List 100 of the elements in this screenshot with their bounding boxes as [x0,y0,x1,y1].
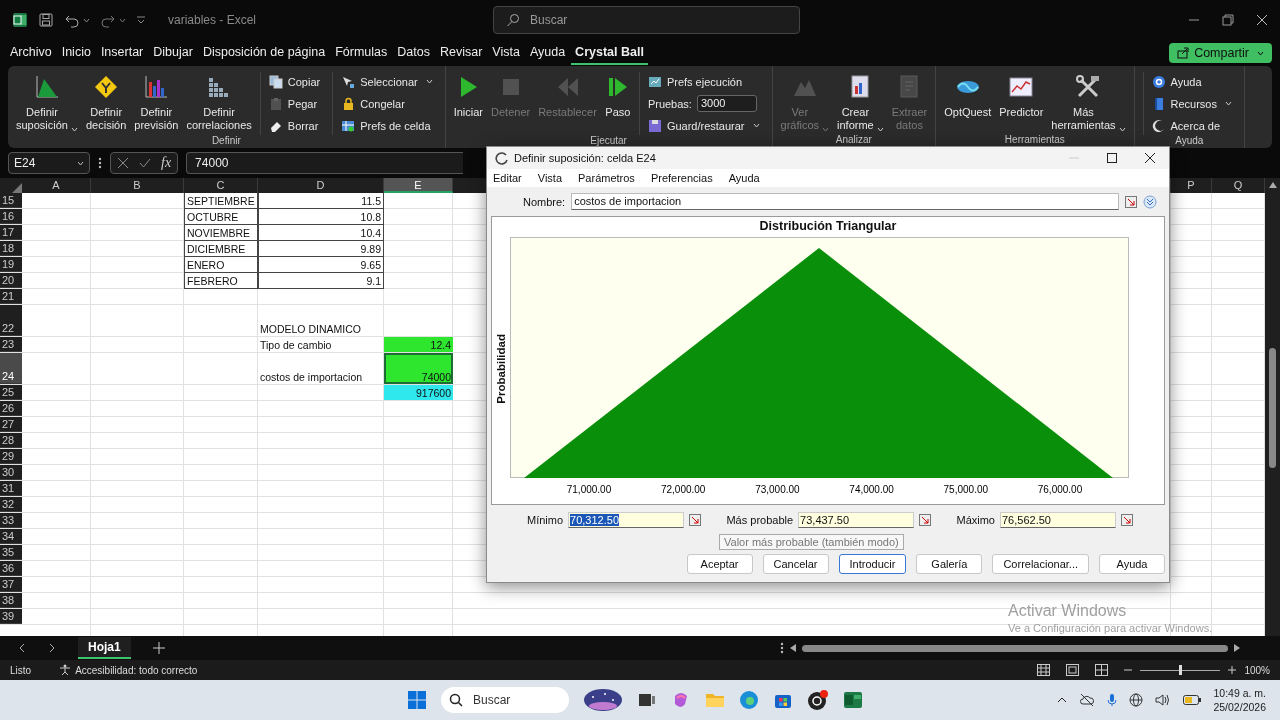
ribbon-button[interactable]: Congelar [341,94,433,113]
zoom-level[interactable]: 100% [1244,664,1270,676]
ribbon-button[interactable]: Seleccionar [341,72,433,91]
ribbon-button[interactable]: Definir previsión [130,72,183,134]
zoom-in-icon[interactable] [1228,666,1237,674]
ribbon-button[interactable]: Copiar [268,72,321,91]
spreadsheet-cell[interactable]: ENERO [184,257,258,273]
dialog-button[interactable]: Aceptar [686,554,753,574]
name-input-field[interactable]: costos de importacion [571,193,1119,210]
ribbon-button[interactable]: Paso [600,72,635,121]
row-header[interactable]: 30 [0,465,22,480]
scroll-up-icon[interactable] [1268,182,1277,188]
share-button[interactable]: Compartir [1169,43,1272,63]
caret-icon[interactable] [83,17,90,23]
trials-input-field[interactable]: 3000 [696,95,757,112]
dialog-button[interactable]: Correlacionar... [992,554,1089,574]
row-header[interactable]: 28 [0,433,22,448]
ribbon-button[interactable]: Recursos [1151,94,1232,113]
caret-icon[interactable] [119,17,126,23]
ribbon-button[interactable]: Iniciar [449,72,488,121]
chevron-up-icon[interactable] [1057,697,1068,703]
restore-icon[interactable] [1222,14,1234,26]
normal-view-icon[interactable] [1037,664,1051,676]
column-header[interactable]: A [22,178,91,193]
menu-item[interactable]: Preferencias [650,172,713,184]
ribbon-tab[interactable]: Fórmulas [331,41,392,65]
maximize-icon[interactable] [1107,153,1117,163]
battery-icon[interactable] [1183,695,1202,705]
zoom-slider-thumb[interactable] [1179,664,1183,675]
column-header[interactable]: P [1171,178,1212,193]
row-header[interactable]: 24 [0,353,22,384]
ribbon-button[interactable]: Prefs ejecución [647,72,760,91]
insert-function-button[interactable]: fx [161,155,172,171]
ribbon-button[interactable]: Borrar [268,116,321,135]
ribbon-button[interactable]: Ayuda [1151,72,1232,91]
cell-reference-icon[interactable] [1125,195,1137,208]
close-icon[interactable] [1256,14,1268,26]
spreadsheet-cell[interactable]: 9.65 [258,257,384,273]
spreadsheet-cell[interactable]: 74000 [384,353,453,384]
ribbon-tab[interactable]: Revisar [435,41,487,65]
ribbon-tab[interactable]: Disposición de página [198,41,330,65]
sheet-tab[interactable]: Hoja1 [78,637,131,659]
spreadsheet-cell[interactable]: 11.5 [258,193,384,209]
next-sheet-icon[interactable] [48,643,56,653]
spreadsheet-app-icon[interactable] [843,690,863,710]
spreadsheet-cell[interactable]: OCTUBRE [184,209,258,225]
accessibility-status[interactable]: Accesibilidad: todo correcto [75,664,198,676]
save-icon[interactable] [38,12,54,28]
scrollbar-thumb[interactable] [1269,348,1276,468]
spreadsheet-cell[interactable]: 10.8 [258,209,384,225]
ribbon-tab[interactable]: Inicio [57,41,95,65]
cell-reference-icon[interactable] [689,514,702,526]
caret-icon[interactable] [1257,50,1264,56]
ribbon-tab[interactable]: Vista [488,41,524,65]
clock-time[interactable]: 10:49 a. m. [1213,686,1266,700]
speaker-icon[interactable] [1155,693,1172,707]
spreadsheet-cell[interactable]: 917600 [384,385,453,400]
spreadsheet-cell[interactable]: FEBRERO [184,273,258,289]
column-header[interactable]: B [91,178,184,193]
row-header[interactable]: 36 [0,561,22,576]
ribbon-button[interactable]: Predictor [995,72,1048,121]
spreadsheet-cell[interactable]: 10.4 [258,225,384,241]
spreadsheet-cell[interactable]: DICIEMBRE [184,241,258,257]
spreadsheet-cell[interactable]: 9.1 [258,273,384,289]
spreadsheet-cell[interactable]: 12.4 [384,337,453,352]
cancel-icon[interactable] [117,157,129,169]
ribbon-tab[interactable]: Datos [393,41,434,65]
ribbon-button[interactable]: OptQuest [940,72,996,121]
parameter-input-field[interactable]: 70,312.50 [568,512,685,528]
row-header[interactable]: 19 [0,257,22,272]
row-header[interactable]: 35 [0,545,22,560]
page-break-icon[interactable] [1095,664,1109,676]
ribbon-button[interactable]: Más herramientas [1047,72,1130,134]
row-header[interactable]: 33 [0,513,22,528]
record-app-icon[interactable] [807,689,829,711]
row-header[interactable]: 21 [0,289,22,304]
menu-item[interactable]: Vista [537,172,562,184]
row-header[interactable]: 37 [0,577,22,592]
search-field[interactable]: Buscar [493,6,800,34]
check-icon[interactable] [139,157,151,169]
dialog-button[interactable]: Ayuda [1099,554,1165,574]
ribbon-tab[interactable]: Insertar [96,41,148,65]
row-header[interactable]: 31 [0,481,22,496]
accessibility-icon[interactable] [59,664,72,676]
menu-item[interactable]: Parámetros [578,172,635,184]
row-header[interactable]: 26 [0,401,22,416]
ribbon-button[interactable]: Definir decisión [82,72,131,134]
row-header[interactable]: 17 [0,225,22,240]
more-options-icon[interactable] [780,642,784,654]
dialog-button[interactable]: Introducir [838,554,907,574]
spreadsheet-cell[interactable]: SEPTIEMBRE [184,193,258,209]
row-header[interactable]: 32 [0,497,22,512]
close-icon[interactable] [1145,153,1155,163]
taskbar-search-field[interactable]: Buscar [441,687,569,713]
row-header[interactable]: 27 [0,417,22,432]
cell-reference-icon[interactable] [919,514,932,526]
menu-item[interactable]: Editar [493,172,522,184]
ribbon-button[interactable]: Prefs de celda [341,116,433,135]
windows-logo-icon[interactable] [407,690,427,710]
ribbon-button[interactable]: Definir correlaciones [182,72,256,134]
